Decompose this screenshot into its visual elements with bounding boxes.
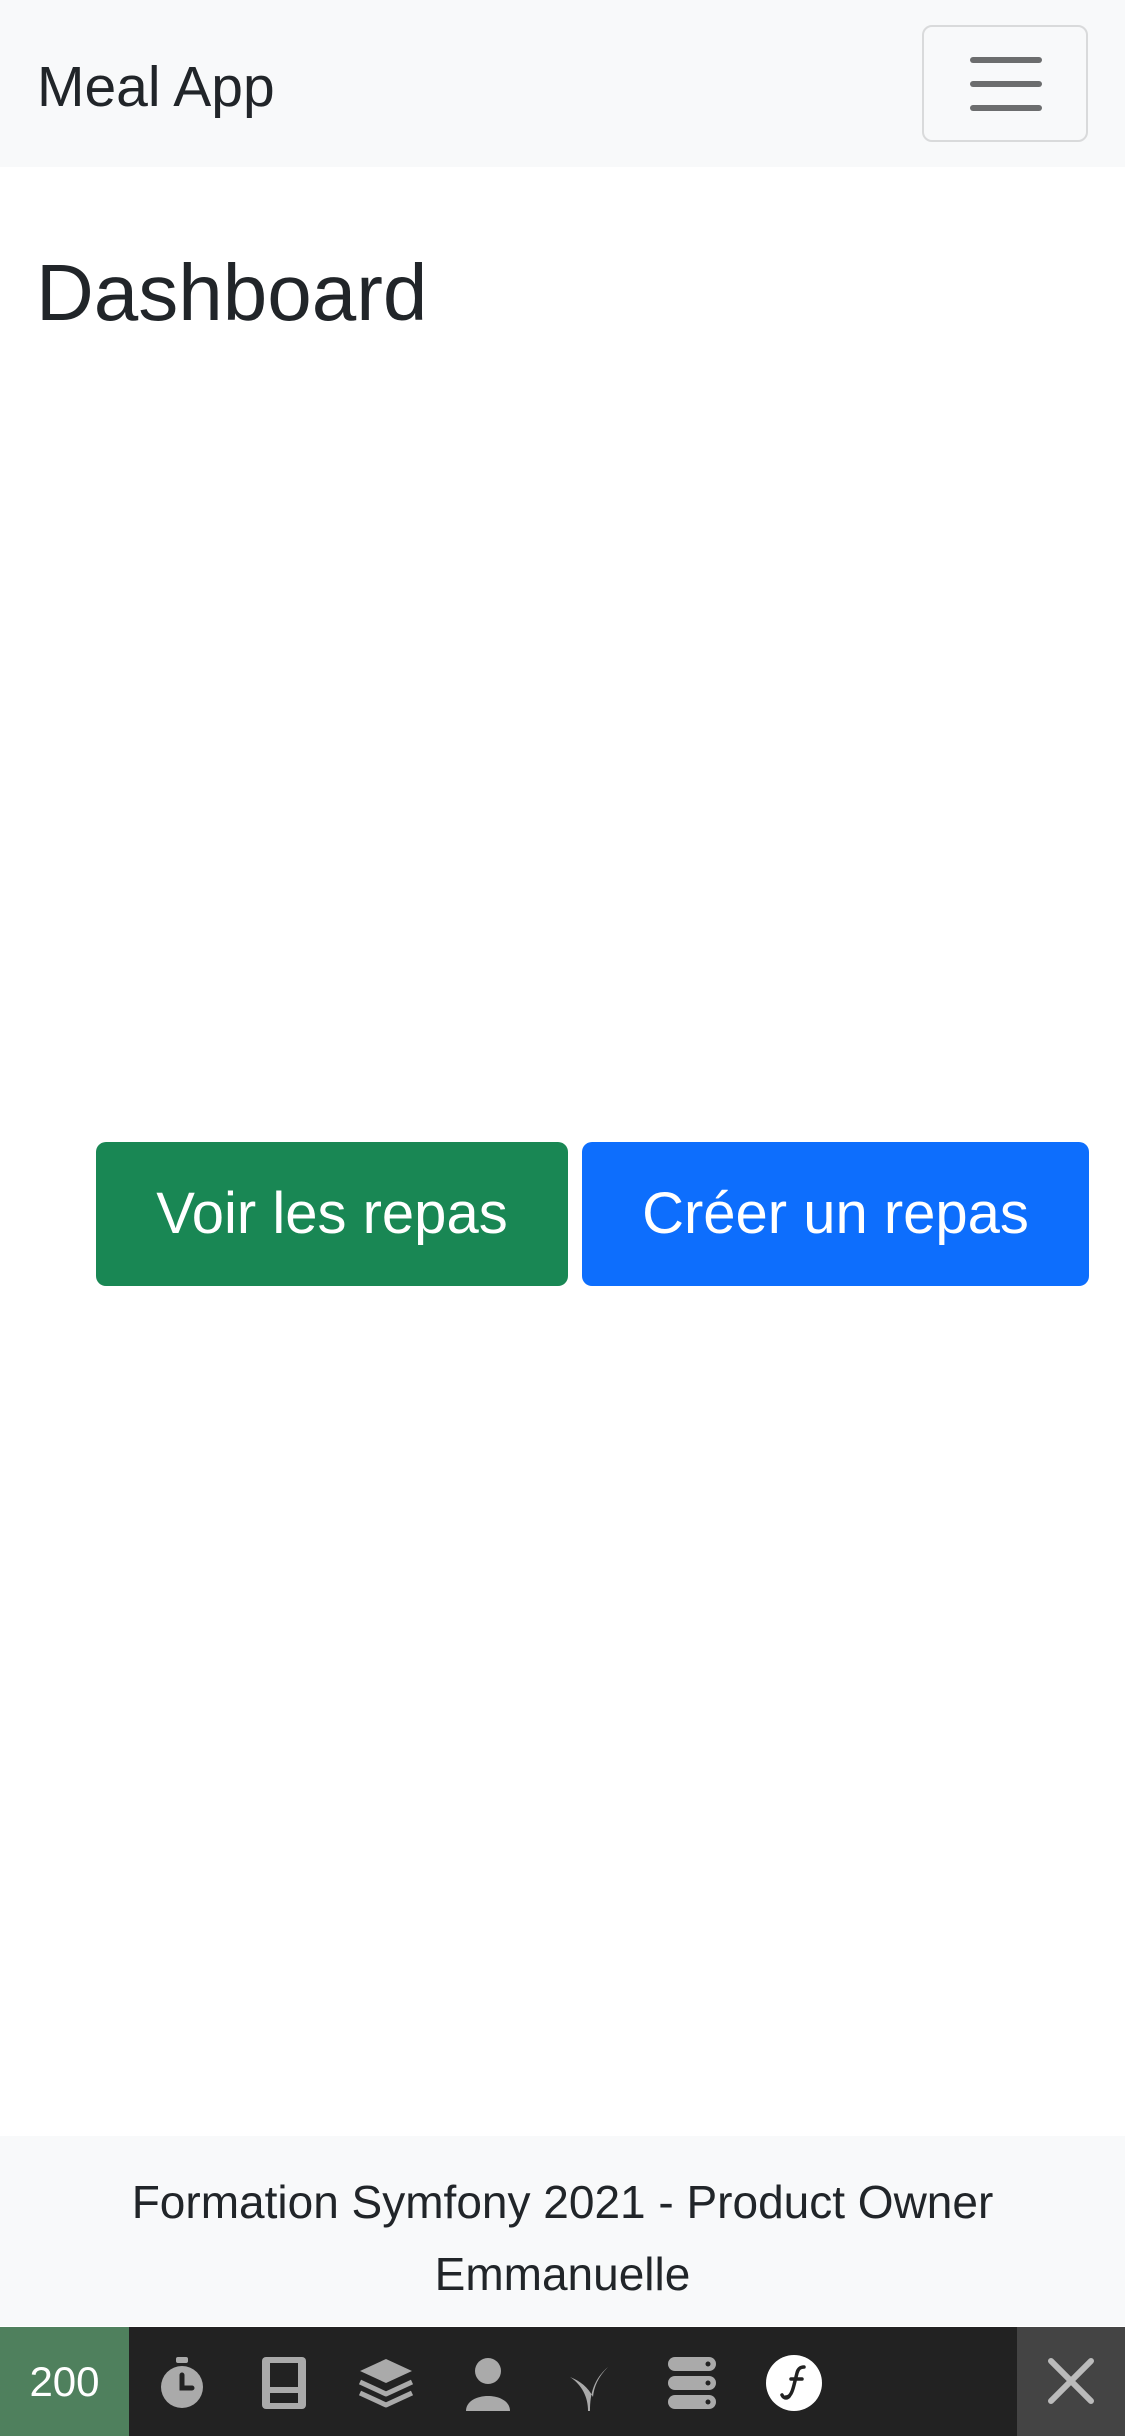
close-icon (1048, 2358, 1094, 2404)
footer: Formation Symfony 2021 - Product Owner E… (0, 2136, 1125, 2326)
page: Meal App Dashboard Voir les repas Créer … (0, 0, 1125, 2436)
close-toolbar-button[interactable] (1017, 2327, 1125, 2436)
database-icon[interactable] (662, 2353, 722, 2413)
symfony-debug-toolbar: 200 (0, 2327, 1125, 2436)
layers-icon[interactable] (356, 2353, 416, 2413)
navbar-brand[interactable]: Meal App (37, 54, 275, 120)
symfony-logo-icon[interactable] (764, 2353, 824, 2413)
navbar: Meal App (0, 0, 1125, 167)
page-title: Dashboard (36, 248, 428, 337)
status-code-badge[interactable]: 200 (0, 2327, 129, 2436)
user-icon[interactable] (458, 2353, 518, 2413)
footer-text-line2: Emmanuelle (434, 2248, 691, 2300)
memory-icon[interactable] (254, 2353, 314, 2413)
twig-icon[interactable] (560, 2353, 620, 2413)
footer-text-line1: Formation Symfony 2021 - Product Owner (131, 2176, 994, 2228)
view-meals-button[interactable]: Voir les repas (96, 1142, 568, 1286)
create-meal-button[interactable]: Créer un repas (582, 1142, 1089, 1286)
timer-icon[interactable] (152, 2353, 212, 2413)
navbar-toggler-button[interactable] (922, 25, 1088, 142)
